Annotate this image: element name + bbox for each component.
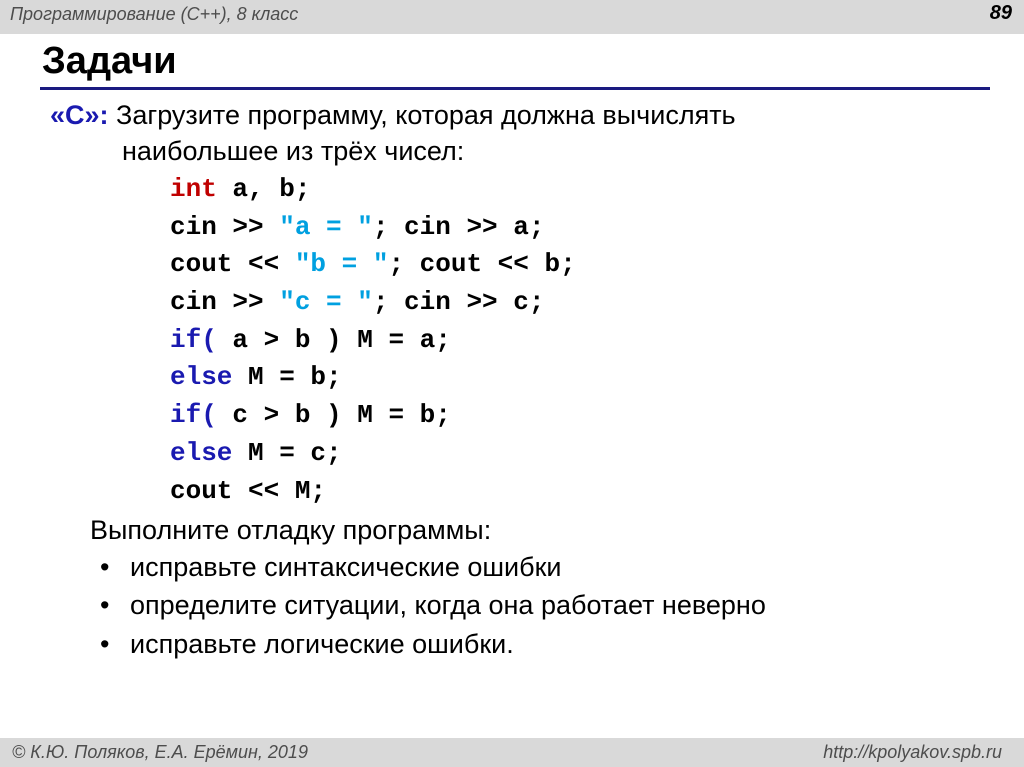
code-token: ; cout << b; xyxy=(388,249,576,280)
code-string-token: "b = " xyxy=(294,249,389,280)
list-item: • определите ситуации, когда она работает… xyxy=(100,586,766,624)
debug-heading: Выполните отладку программы: xyxy=(90,515,492,545)
course-name: Программирование (С++), 8 класс xyxy=(10,4,299,24)
task-text-line-1: Загрузите программу, которая должна вычи… xyxy=(108,100,736,130)
code-token: cin >> xyxy=(170,211,280,242)
code-listing: int a, b; cin >> "a = "; cin >> a; cout <<… xyxy=(170,171,576,510)
code-keyword-token: if( xyxy=(170,400,217,431)
task-statement-line-1: «C»: Загрузите программу, которая должна… xyxy=(50,98,736,132)
code-token: a > b ) M = a; xyxy=(216,324,451,355)
code-token: ; cin >> a; xyxy=(372,211,545,242)
code-keyword-token: int xyxy=(170,174,217,204)
code-token: a, b; xyxy=(216,174,311,204)
code-token: M = b; xyxy=(232,362,342,393)
list-item: • исправьте синтаксические ошибки xyxy=(100,548,766,586)
code-line: if( c > b ) M = b; xyxy=(170,397,576,435)
bullet-text: исправьте синтаксические ошибки xyxy=(130,552,562,582)
code-token: M = c; xyxy=(232,437,342,468)
site-url-link[interactable]: http://kpolyakov.spb.ru xyxy=(823,742,1002,763)
code-line: cout << "b = "; cout << b; xyxy=(170,246,576,284)
code-token: cout << xyxy=(170,249,295,280)
bullet-text: исправьте логические ошибки. xyxy=(130,628,514,659)
slide-title: Задачи xyxy=(42,40,177,82)
code-string-token: "a = " xyxy=(279,211,373,242)
task-bullet-list: • исправьте синтаксические ошибки • опреде… xyxy=(100,548,766,663)
code-line: cout << M; xyxy=(170,473,576,511)
code-token: ; cin >> c; xyxy=(372,287,545,318)
code-line: int a, b; xyxy=(170,171,576,209)
code-token: cin >> xyxy=(170,287,280,318)
bullet-icon: • xyxy=(100,590,110,621)
code-token: c > b ) M = b; xyxy=(216,400,451,431)
bullet-icon: • xyxy=(100,628,110,659)
title-divider xyxy=(40,87,990,90)
code-line: cin >> "a = "; cin >> a; xyxy=(170,209,576,247)
task-label: «C»: xyxy=(50,100,109,130)
header-bar: Программирование (С++), 8 класс 89 xyxy=(0,0,1024,34)
code-keyword-token: else xyxy=(170,437,233,468)
list-item: • исправьте логические ошибки. xyxy=(100,625,766,663)
code-line: else M = c; xyxy=(170,435,576,473)
code-string-token: "c = " xyxy=(279,287,373,318)
page-number: 89 xyxy=(989,2,1012,24)
bullet-icon: • xyxy=(100,552,110,582)
copyright-text: © К.Ю. Поляков, Е.А. Ерёмин, 2019 xyxy=(12,742,308,762)
code-line: cin >> "c = "; cin >> c; xyxy=(170,284,576,322)
code-line: else M = b; xyxy=(170,359,576,397)
footer-bar: © К.Ю. Поляков, Е.А. Ерёмин, 2019 http:/… xyxy=(0,738,1024,767)
bullet-text: определите ситуации, когда она работает … xyxy=(130,590,766,621)
code-keyword-token: if( xyxy=(170,324,217,355)
task-statement-line-2: наибольшее из трёх чисел: xyxy=(122,134,464,168)
code-line: if( a > b ) M = a; xyxy=(170,322,576,360)
task-text-line-2: наибольшее из трёх чисел: xyxy=(122,136,465,166)
code-keyword-token: else xyxy=(170,362,233,393)
code-token: cout << M; xyxy=(170,475,327,506)
